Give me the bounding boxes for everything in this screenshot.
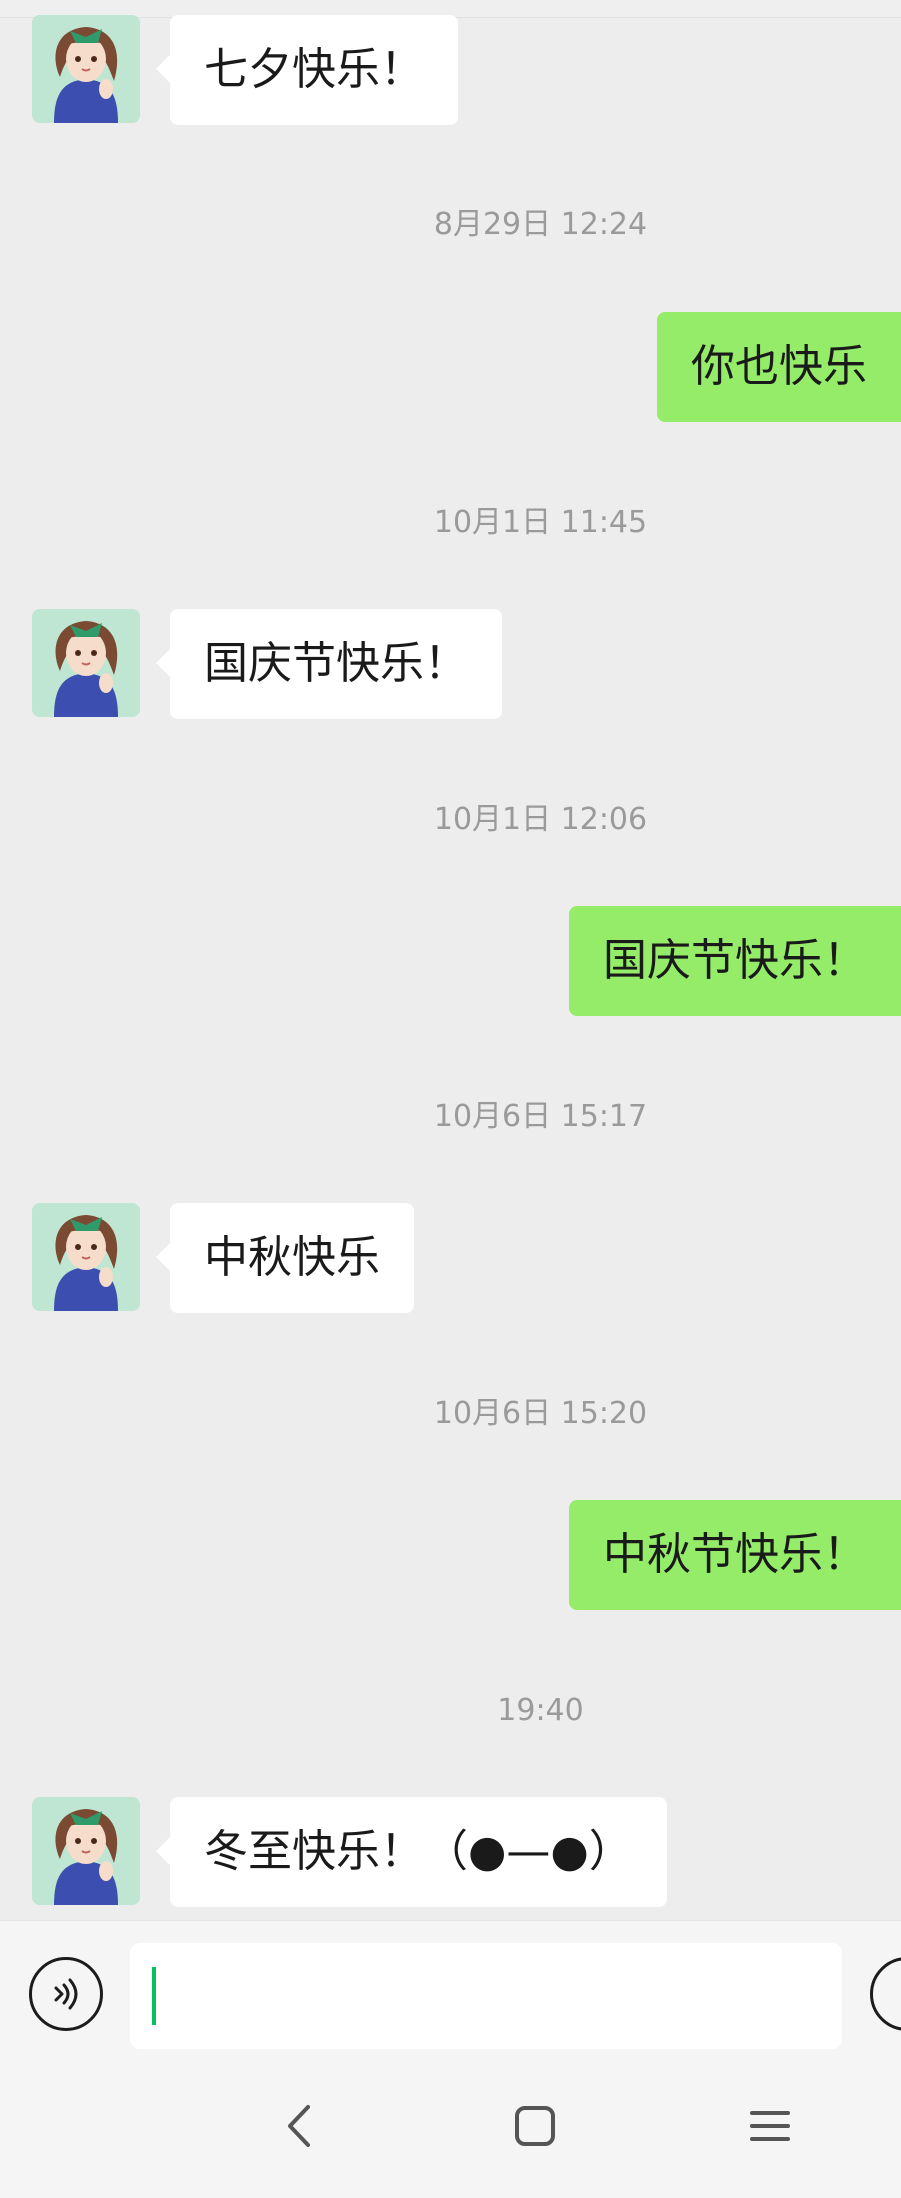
home-icon[interactable] bbox=[500, 2096, 570, 2156]
message-row-outgoing: 你也快乐 bbox=[0, 312, 901, 422]
chat-screen: 七夕快乐！ 8月29日 12:24 你也快乐 10月1日 11:45 国庆节快乐… bbox=[0, 0, 901, 2198]
message-row-incoming: 国庆节快乐！ bbox=[0, 609, 901, 719]
message-timestamp: 19:40 bbox=[497, 1693, 584, 1728]
emoji-icon[interactable] bbox=[870, 1957, 901, 2031]
menu-icon[interactable] bbox=[735, 2096, 805, 2156]
message-row-incoming: 冬至快乐！（●—●） bbox=[0, 1797, 901, 1907]
message-bubble[interactable]: 七夕快乐！ bbox=[156, 15, 458, 125]
message-bubble[interactable]: 冬至快乐！（●—●） bbox=[156, 1797, 667, 1907]
system-navigation-bar bbox=[0, 2060, 901, 2198]
text-cursor bbox=[152, 1967, 156, 2025]
message-bubble[interactable]: 中秋快乐 bbox=[156, 1203, 414, 1313]
message-input[interactable] bbox=[130, 1943, 842, 2049]
message-timestamp: 10月6日 15:20 bbox=[433, 1396, 648, 1431]
message-bubble[interactable]: 中秋节快乐！ bbox=[569, 1500, 901, 1610]
message-list[interactable]: 七夕快乐！ 8月29日 12:24 你也快乐 10月1日 11:45 国庆节快乐… bbox=[0, 0, 901, 1920]
message-bubble[interactable]: 国庆节快乐！ bbox=[569, 906, 901, 1016]
message-row-outgoing: 中秋节快乐！ bbox=[0, 1500, 901, 1610]
voice-icon[interactable] bbox=[29, 1957, 103, 2031]
message-bubble[interactable]: 你也快乐 bbox=[657, 312, 901, 422]
message-bubble[interactable]: 国庆节快乐！ bbox=[156, 609, 502, 719]
contact-avatar[interactable] bbox=[32, 1203, 140, 1311]
contact-avatar[interactable] bbox=[32, 15, 140, 123]
message-row-incoming: 七夕快乐！ bbox=[0, 15, 901, 125]
message-row-outgoing: 国庆节快乐！ bbox=[0, 906, 901, 1016]
contact-avatar[interactable] bbox=[32, 609, 140, 717]
message-row-incoming: 中秋快乐 bbox=[0, 1203, 901, 1313]
back-icon[interactable] bbox=[265, 2096, 335, 2156]
contact-avatar[interactable] bbox=[32, 1797, 140, 1905]
message-timestamp: 10月1日 11:45 bbox=[433, 505, 648, 540]
message-timestamp: 10月1日 12:06 bbox=[433, 802, 648, 837]
message-input-bar bbox=[0, 1920, 901, 2060]
message-timestamp: 10月6日 15:17 bbox=[433, 1099, 648, 1134]
message-timestamp: 8月29日 12:24 bbox=[433, 207, 648, 242]
